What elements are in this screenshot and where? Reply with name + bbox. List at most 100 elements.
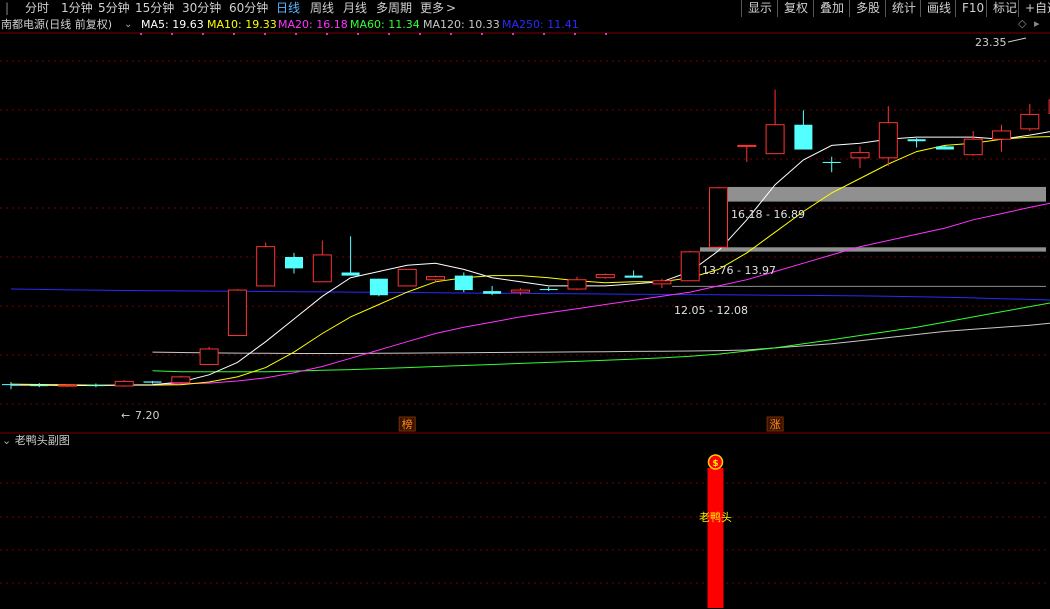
toolbar-button-4[interactable]: 统计 xyxy=(885,0,922,17)
toolbar-button-3[interactable]: 多股 xyxy=(849,0,886,17)
candle[interactable] xyxy=(199,346,219,365)
toolbar-button-6[interactable]: F10 xyxy=(955,0,990,17)
zone-band-top xyxy=(728,186,1046,202)
candle[interactable] xyxy=(709,186,728,248)
candle-body xyxy=(907,139,926,142)
ma-legend-2[interactable]: MA20: 16.18 xyxy=(278,17,348,33)
high-price-label: 23.35 xyxy=(975,36,1007,49)
event-markers: 榜涨 xyxy=(398,416,784,432)
candle[interactable] xyxy=(850,146,870,169)
ma60-line xyxy=(152,302,1050,373)
toolbar-button-1[interactable]: 复权 xyxy=(777,0,814,17)
candle[interactable] xyxy=(624,270,643,278)
candle[interactable] xyxy=(397,268,417,287)
candle[interactable] xyxy=(86,383,105,388)
candle[interactable] xyxy=(143,381,162,384)
candle[interactable] xyxy=(963,130,983,156)
candle[interactable] xyxy=(454,272,473,293)
legend-dot xyxy=(171,33,173,35)
legend-dot xyxy=(388,33,390,35)
candle[interactable] xyxy=(341,236,360,276)
ma-legend-1[interactable]: MA10: 19.33 xyxy=(207,17,277,33)
candle[interactable] xyxy=(822,156,841,173)
period-tab-2[interactable]: 5分钟 xyxy=(98,0,130,17)
candle[interactable] xyxy=(114,379,134,387)
candle-body xyxy=(850,152,870,159)
toolbar-button-2[interactable]: 叠加 xyxy=(813,0,850,17)
period-tab-6[interactable]: 日线 xyxy=(276,0,300,17)
signal-label: 老鸭头 xyxy=(699,511,732,524)
marker-bang[interactable]: 榜 xyxy=(402,417,413,431)
candle[interactable] xyxy=(285,252,303,274)
candle[interactable] xyxy=(227,289,247,337)
candle[interactable] xyxy=(992,124,1011,152)
candle[interactable] xyxy=(794,110,813,150)
period-tab-1[interactable]: 1分钟 xyxy=(61,0,93,17)
ma-legend-5[interactable]: MA250: 11.41 xyxy=(502,17,579,33)
candle[interactable] xyxy=(30,383,49,388)
period-tab-10[interactable]: 更多 xyxy=(420,0,444,17)
ma-legend-3[interactable]: MA60: 11.34 xyxy=(350,17,420,33)
candle[interactable] xyxy=(483,285,502,296)
period-tab-3[interactable]: 15分钟 xyxy=(135,0,174,17)
candle[interactable] xyxy=(878,106,898,167)
money-bag-symbol: $ xyxy=(712,459,718,469)
candle[interactable] xyxy=(567,276,587,291)
toolbar-button-0[interactable]: 显示 xyxy=(741,0,778,17)
toolbar-button-8[interactable]: +自选 xyxy=(1018,0,1050,17)
price-grid xyxy=(0,32,1050,405)
candle[interactable] xyxy=(652,278,672,288)
toolbar-button-5[interactable]: 画线 xyxy=(920,0,957,17)
candlesticks[interactable] xyxy=(2,53,1050,390)
period-tab-4[interactable]: 30分钟 xyxy=(182,0,221,17)
legend-dot xyxy=(543,33,545,35)
indicator-bar: 南都电源(日线 前复权) ⌄ MA5: 19.63 MA10: 19.33 MA20… xyxy=(0,17,1050,33)
sub-chart-grid xyxy=(0,482,1050,584)
candle[interactable] xyxy=(312,240,332,283)
candle[interactable] xyxy=(171,375,191,384)
candle-body xyxy=(227,289,247,337)
candle[interactable] xyxy=(539,286,558,292)
legend-dot xyxy=(326,33,328,35)
high-price-arrow xyxy=(1007,37,1027,43)
candle-body xyxy=(30,385,49,387)
candle[interactable] xyxy=(369,278,388,297)
candle-body xyxy=(709,187,728,248)
period-tab-0[interactable]: 分时 xyxy=(25,0,49,17)
period-tab-7[interactable]: 周线 xyxy=(310,0,334,17)
candle-body xyxy=(737,144,757,147)
candle[interactable] xyxy=(1020,104,1040,131)
candle-body xyxy=(1020,113,1040,130)
period-tab-5[interactable]: 60分钟 xyxy=(229,0,268,17)
indicator-dropdown-icon[interactable]: ⌄ xyxy=(124,17,132,33)
period-tab-8[interactable]: 月线 xyxy=(343,0,367,17)
sub-chart-title[interactable]: 老鸭头副图 xyxy=(15,434,70,447)
sub-chart-dropdown-icon[interactable]: ⌄ xyxy=(2,434,11,447)
ma-legend-0[interactable]: MA5: 19.63 xyxy=(141,17,204,33)
candle[interactable] xyxy=(680,250,700,282)
legend-dot xyxy=(264,33,266,35)
candle[interactable] xyxy=(737,144,757,162)
candle[interactable] xyxy=(595,273,615,279)
candle-body xyxy=(765,124,785,155)
more-arrow-icon[interactable]: > xyxy=(446,0,456,17)
zone-mid-label: 13.76 - 13.97 xyxy=(702,264,776,277)
candle[interactable] xyxy=(256,242,276,287)
candle-body xyxy=(822,161,841,163)
candle[interactable] xyxy=(907,138,926,148)
candle[interactable] xyxy=(935,145,954,150)
ma-legend-4[interactable]: MA120: 10.33 xyxy=(423,17,500,33)
candle[interactable] xyxy=(2,382,20,390)
candle[interactable] xyxy=(510,288,530,296)
candle[interactable] xyxy=(765,89,785,155)
stock-title[interactable]: 南都电源(日线 前复权) xyxy=(1,17,112,33)
kline-chart[interactable]: 23.35 ← 7.20 16.18 - 16.89 13.76 - 13.97… xyxy=(0,0,1050,609)
marker-zhang[interactable]: 涨 xyxy=(770,418,781,431)
candle-body xyxy=(878,122,898,159)
candle-body xyxy=(171,376,191,384)
period-tab-9[interactable]: 多周期 xyxy=(376,0,412,17)
candle-body xyxy=(454,275,473,291)
legend-dot xyxy=(512,33,514,35)
candle-body xyxy=(963,138,983,156)
ma20-line xyxy=(152,202,1050,385)
